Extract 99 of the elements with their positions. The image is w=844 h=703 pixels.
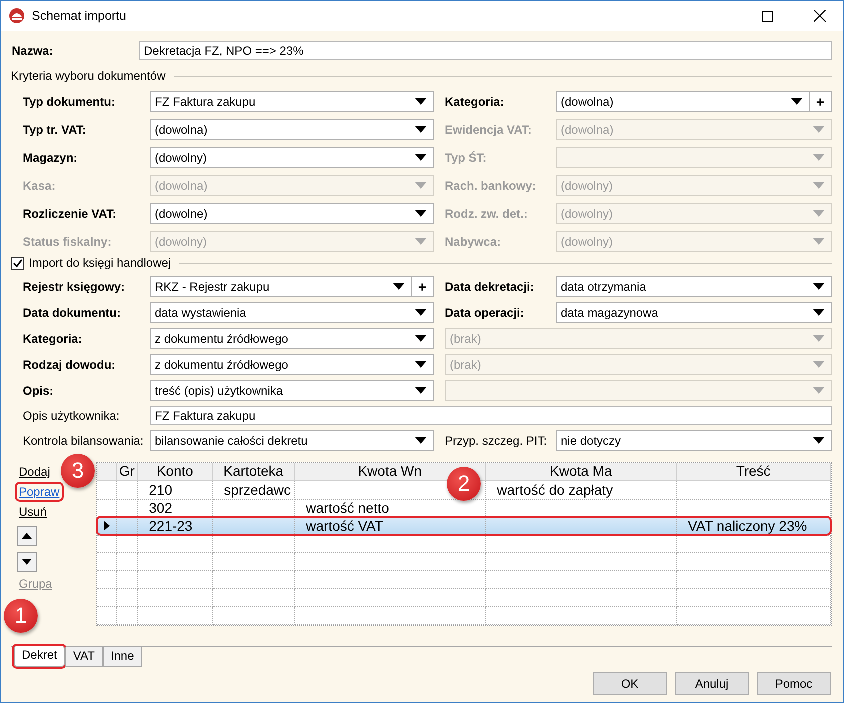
caret-icon[interactable] [415,360,427,368]
dropdown[interactable]: nie dotyczy [556,430,832,451]
caret-icon[interactable] [393,282,405,290]
field-label: Data dokumentu: [23,306,122,320]
caret-icon[interactable] [415,436,427,444]
table-cell: 210 [138,481,214,500]
dropdown[interactable]: (dowolna) [150,119,434,140]
move-up-button[interactable] [17,526,37,546]
link[interactable]: Dodaj [17,464,52,480]
table-cell [117,607,138,625]
dialog-button[interactable]: Pomoc [757,672,831,695]
caret-icon[interactable] [791,98,803,106]
window-title: Schemat importu [32,9,128,23]
move-down-button[interactable] [17,552,37,572]
table-cell: sprzedawc [213,481,296,500]
caret-icon[interactable] [415,210,427,218]
checkbox-label[interactable]: Import do księgi handlowej [29,256,172,270]
dialog-button[interactable]: OK [593,672,667,695]
caret-icon[interactable] [415,154,427,162]
table-cell [117,571,138,589]
dialog-button[interactable]: Anuluj [675,672,749,695]
callout-badge: 3 [61,454,95,488]
caret-icon[interactable] [415,386,427,394]
table-cell [117,535,138,553]
dropdown[interactable]: data wystawienia [150,302,434,323]
table-cell: wartość do zapłaty [486,481,678,500]
caret-icon[interactable] [415,308,427,316]
tab[interactable]: Dekret [14,646,66,667]
column-header[interactable]: Kwota Ma [486,463,678,481]
field-label: Rozliczenie VAT: [23,206,118,220]
maximize-icon[interactable] [762,10,772,22]
field-label: Rodz. zw. det.: [445,206,529,220]
dropdown[interactable]: treść (opis) użytkownika [150,380,434,401]
field-label: Rejestr księgowy: [23,280,126,294]
table-cell [117,481,138,500]
caret-icon[interactable] [813,282,825,290]
column-header [97,463,118,481]
field-label: Data operacji: [445,306,526,320]
field-label: Kasa: [23,178,57,192]
caret-icon[interactable] [415,98,427,106]
callout-badge: 1 [4,599,38,633]
tab[interactable]: VAT [65,647,103,667]
field-label: Opis użytkownika: [23,408,121,422]
table-cell [117,553,138,571]
caret-icon[interactable] [813,308,825,316]
table-cell: 221-23 [138,517,214,536]
table-cell [97,589,118,607]
table-cell [117,589,138,607]
table-cell [97,553,118,571]
field-label: Ewidencja VAT: [445,122,533,136]
table-cell [97,535,118,553]
field-label: Typ dokumentu: [23,94,116,108]
column-header[interactable]: Gr [117,463,138,481]
dropdown[interactable]: z dokumentu źródłowego [150,328,434,349]
link[interactable]: Usuń [17,504,50,520]
triangle-down-icon [22,559,32,565]
column-header[interactable]: Konto [138,463,214,481]
close-icon[interactable] [814,10,826,22]
table-cell [97,607,118,625]
table-row[interactable]: 221-23 wartość VAT VAT naliczony 23% [97,517,831,535]
caret-icon[interactable] [415,334,427,342]
dropdown[interactable]: data magazynowa [556,302,832,323]
field-label: Opis: [23,384,55,398]
app-icon [9,8,25,24]
checkbox[interactable] [11,256,24,270]
text-field[interactable]: FZ Faktura zakupu [150,406,832,425]
caret-icon[interactable] [813,436,825,444]
dropdown[interactable]: (dowolna) + [556,91,832,112]
field-label: Typ tr. VAT: [23,122,88,136]
dropdown[interactable]: bilansowanie całości dekretu [150,430,434,451]
dropdown[interactable]: RKZ - Rejestr zakupu + [150,276,434,297]
dropdown[interactable]: (dowolny) [150,147,434,168]
dropdown[interactable]: FZ Faktura zakupu [150,91,434,112]
caret-icon[interactable] [415,126,427,134]
section-title: Kryteria wyboru dokumentów [11,69,166,83]
table-cell: VAT naliczony 23% [677,517,831,536]
triangle-up-icon [22,533,32,539]
table-cell: wartość VAT [295,517,486,536]
field-label: Rodzaj dowodu: [23,358,117,372]
dropdown[interactable]: data otrzymania [556,276,832,297]
tab[interactable]: Inne [102,647,142,667]
field-label: Kategoria: [445,94,506,108]
field-label: Typ ŚT: [445,150,488,164]
field-label: Magazyn: [23,150,79,164]
dropdown[interactable]: z dokumentu źródłowego [150,354,434,375]
column-header[interactable]: Treść [677,463,831,481]
name-field[interactable]: Dekretacja FZ, NPO ==> 23% [139,41,832,60]
row-pointer-icon [104,521,110,531]
field-label: Status fiskalny: [23,234,113,248]
field-label: Nabywca: [445,234,502,248]
field-label: Kategoria: [23,332,84,346]
table-cell [97,571,118,589]
column-header[interactable]: Kartoteka [213,463,296,481]
field-label: Przyp. szczeg. PIT: [445,434,545,448]
dropdown[interactable]: (dowolne) [150,203,434,224]
field-label: Nazwa: [12,44,54,58]
field-label: Rach. bankowy: [445,178,538,192]
field-label: Data dekretacji: [445,280,536,294]
link[interactable]: Popraw [17,484,62,500]
